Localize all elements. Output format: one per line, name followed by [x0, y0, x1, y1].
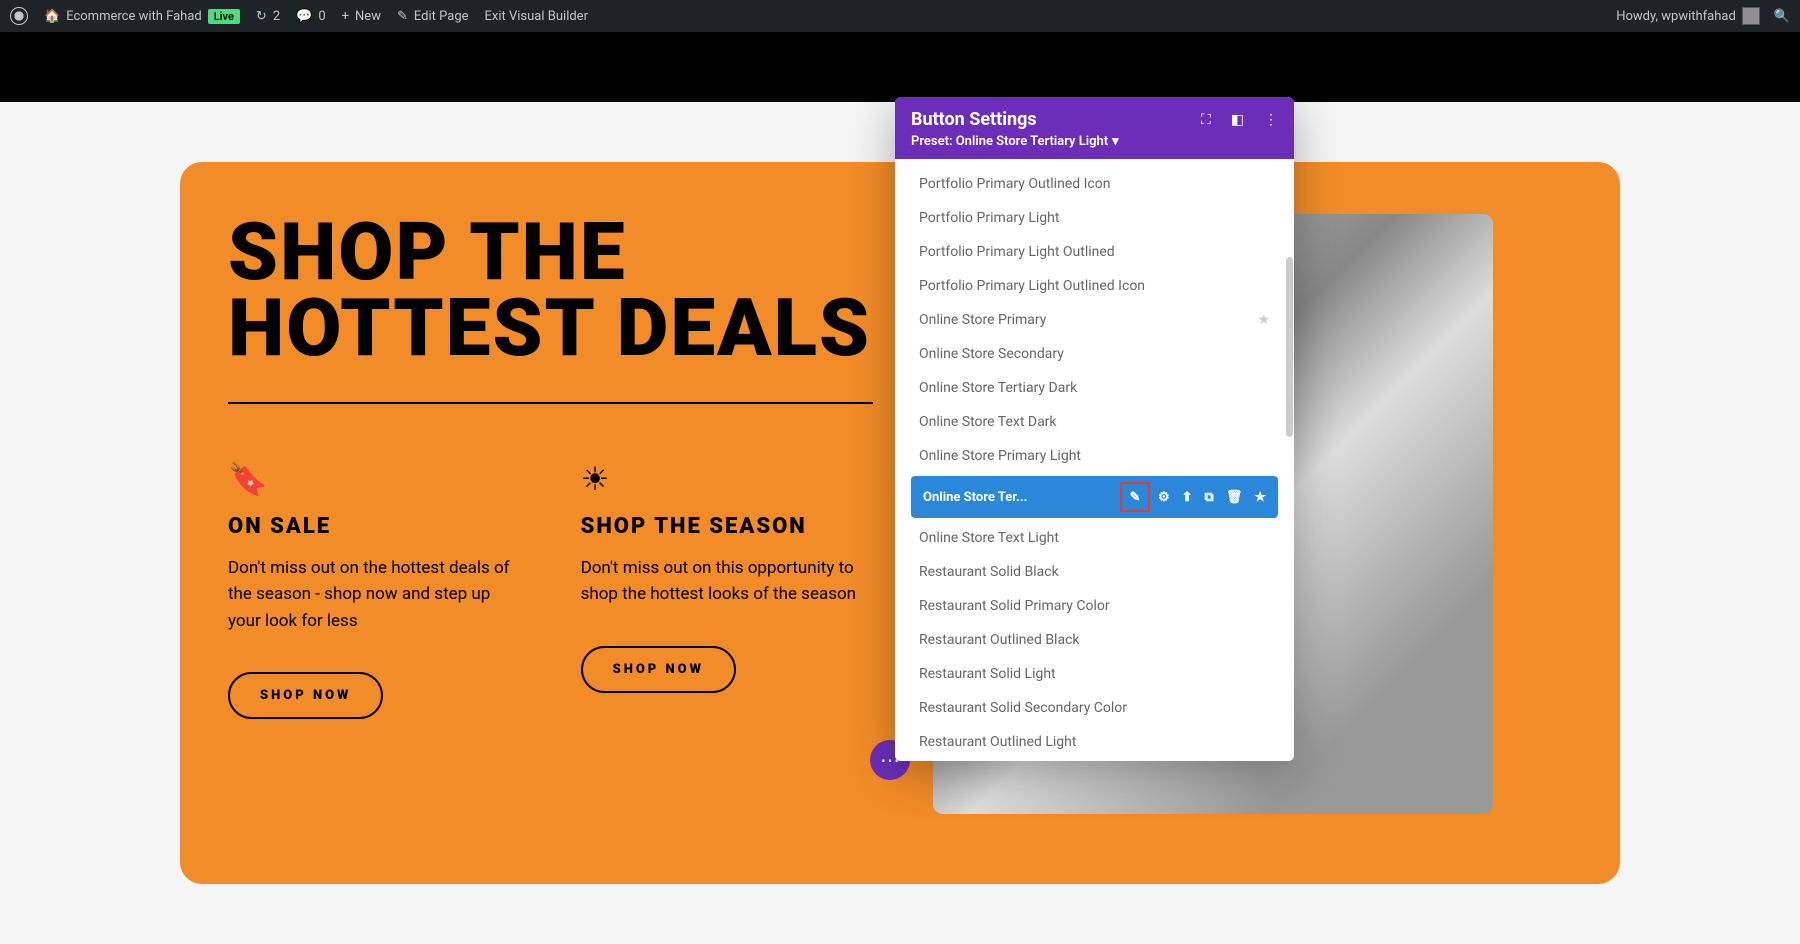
preset-item[interactable]: Restaurant Outlined Black	[895, 623, 1294, 657]
wordpress-icon	[10, 7, 28, 25]
preset-item[interactable]: Online Store Primary Light	[895, 439, 1294, 473]
hero-text-column: SHOP THE HOTTEST DEALS 🔖 ON SALE Don't m…	[228, 214, 873, 719]
preset-label: Restaurant Outlined Black	[919, 632, 1080, 648]
admin-left-items: 🏠 Ecommerce with Fahad Live ↻ 2 💬 0 + Ne…	[10, 7, 588, 25]
button-settings-panel: Button Settings ⛶ ◧ ⋮ Preset: Online Sto…	[895, 97, 1294, 761]
preset-label: Restaurant Solid Black	[919, 564, 1059, 580]
feature-title: ON SALE	[228, 514, 521, 539]
preset-item[interactable]: Online Store Text Dark	[895, 405, 1294, 439]
greeting-link[interactable]: Howdy, wpwithfahad	[1616, 7, 1760, 25]
avatar	[1742, 7, 1760, 25]
preset-item[interactable]: Online Store Text Light	[895, 521, 1294, 555]
site-name: Ecommerce with Fahad	[66, 9, 202, 24]
upload-icon[interactable]: ⬆	[1182, 490, 1193, 505]
preset-item[interactable]: Restaurant Solid Primary Color	[895, 589, 1294, 623]
preset-list[interactable]: Portfolio Primary Outlined Icon Portfolio…	[895, 159, 1294, 761]
preset-item[interactable]: Consultant Black	[895, 759, 1294, 761]
preset-item[interactable]: Portfolio Primary Outlined Icon	[895, 167, 1294, 201]
header-blackband	[0, 32, 1800, 102]
preset-label: Restaurant Outlined Light	[919, 734, 1076, 750]
gear-icon[interactable]: ⚙	[1158, 490, 1170, 505]
pencil-icon: ✎	[397, 9, 408, 24]
search-button[interactable]: 🔍	[1774, 9, 1790, 24]
wp-admin-bar: 🏠 Ecommerce with Fahad Live ↻ 2 💬 0 + Ne…	[0, 0, 1800, 32]
preset-item[interactable]: Restaurant Solid Light	[895, 657, 1294, 691]
preset-label: Portfolio Primary Light	[919, 210, 1059, 226]
hero-headline: SHOP THE HOTTEST DEALS	[228, 214, 873, 366]
preset-label: Portfolio Primary Outlined Icon	[919, 176, 1110, 192]
preset-label: Portfolio Primary Light Outlined Icon	[919, 278, 1145, 294]
layout-icon[interactable]: ◧	[1231, 112, 1244, 128]
new-label: New	[355, 9, 381, 24]
exit-vb-label: Exit Visual Builder	[485, 9, 588, 24]
edit-page-label: Edit Page	[414, 9, 469, 24]
refresh-icon: ↻	[256, 9, 267, 24]
new-link[interactable]: + New	[342, 9, 381, 24]
expand-icon[interactable]: ⛶	[1201, 112, 1211, 128]
scrollbar-thumb[interactable]	[1286, 257, 1293, 437]
edit-icon[interactable]: ✎	[1124, 486, 1146, 508]
preset-label: Restaurant Solid Secondary Color	[919, 700, 1127, 716]
exit-vb-link[interactable]: Exit Visual Builder	[485, 9, 588, 24]
preset-item-selected[interactable]: Online Store Ter... ✎ ⚙ ⬆ ⧉ 🗑 ★	[911, 476, 1278, 518]
preset-item[interactable]: Restaurant Solid Black	[895, 555, 1294, 589]
preset-label: Portfolio Primary Light Outlined	[919, 244, 1115, 260]
preset-label: Preset: Online Store Tertiary Light	[911, 134, 1108, 149]
admin-right-items: Howdy, wpwithfahad 🔍	[1616, 7, 1790, 25]
feature-shop-season: ☀ SHOP THE SEASON Don't miss out on this…	[581, 460, 874, 719]
sun-icon: ☀	[581, 460, 874, 498]
panel-title: Button Settings	[911, 109, 1037, 130]
preset-item[interactable]: Restaurant Solid Secondary Color	[895, 691, 1294, 725]
preset-label: Online Store Text Dark	[919, 414, 1057, 430]
greeting-text: Howdy, wpwithfahad	[1616, 9, 1736, 24]
preset-label: Online Store Primary	[919, 312, 1046, 328]
edit-page-link[interactable]: ✎ Edit Page	[397, 9, 469, 24]
feature-on-sale: 🔖 ON SALE Don't miss out on the hottest …	[228, 460, 521, 719]
home-icon: 🏠	[44, 9, 60, 24]
shop-now-button[interactable]: SHOP NOW	[228, 672, 383, 719]
panel-header: Button Settings ⛶ ◧ ⋮ Preset: Online Sto…	[895, 97, 1294, 159]
preset-item[interactable]: Online Store Primary ★	[895, 303, 1294, 337]
star-icon[interactable]: ★	[1254, 490, 1266, 505]
preset-item[interactable]: Portfolio Primary Light Outlined	[895, 235, 1294, 269]
updates-link[interactable]: ↻ 2	[256, 9, 280, 24]
site-name-link[interactable]: 🏠 Ecommerce with Fahad Live	[44, 9, 240, 24]
live-badge: Live	[208, 9, 240, 24]
preset-item[interactable]: Portfolio Primary Light	[895, 201, 1294, 235]
panel-header-actions: ⛶ ◧ ⋮	[1201, 112, 1278, 128]
updates-count: 2	[273, 9, 280, 24]
feature-title: SHOP THE SEASON	[581, 514, 874, 539]
preset-item[interactable]: Online Store Secondary	[895, 337, 1294, 371]
preset-selected-actions: ✎ ⚙ ⬆ ⧉ 🗑 ★	[1124, 486, 1266, 508]
preset-label: Online Store Primary Light	[919, 448, 1081, 464]
duplicate-icon[interactable]: ⧉	[1205, 490, 1214, 505]
comments-link[interactable]: 💬 0	[296, 9, 326, 24]
trash-icon[interactable]: 🗑	[1226, 490, 1243, 505]
hero-features-row: 🔖 ON SALE Don't miss out on the hottest …	[228, 460, 873, 719]
feature-body: Don't miss out on the hottest deals of t…	[228, 555, 521, 634]
preset-label: Restaurant Solid Light	[919, 666, 1056, 682]
preset-label: Restaurant Solid Primary Color	[919, 598, 1110, 614]
shop-now-button[interactable]: SHOP NOW	[581, 646, 736, 693]
preset-item[interactable]: Online Store Tertiary Dark	[895, 371, 1294, 405]
preset-dropdown[interactable]: Preset: Online Store Tertiary Light ▾	[911, 134, 1278, 149]
preset-label: Online Store Text Light	[919, 530, 1059, 546]
preset-label: Online Store Secondary	[919, 346, 1064, 362]
wp-logo[interactable]	[10, 7, 28, 25]
chevron-down-icon: ▾	[1112, 134, 1119, 149]
preset-label: Online Store Ter...	[923, 490, 1027, 505]
kebab-icon[interactable]: ⋮	[1264, 112, 1278, 128]
feature-body: Don't miss out on this opportunity to sh…	[581, 555, 874, 608]
search-icon: 🔍	[1774, 9, 1790, 24]
bookmark-icon: 🔖	[228, 460, 521, 498]
hero-divider	[228, 402, 873, 404]
comments-count: 0	[318, 9, 325, 24]
plus-icon: +	[342, 9, 349, 24]
preset-label: Online Store Tertiary Dark	[919, 380, 1077, 396]
star-icon[interactable]: ★	[1257, 312, 1270, 328]
preset-item[interactable]: Restaurant Outlined Light	[895, 725, 1294, 759]
preset-item[interactable]: Portfolio Primary Light Outlined Icon	[895, 269, 1294, 303]
comment-icon: 💬	[296, 9, 312, 24]
